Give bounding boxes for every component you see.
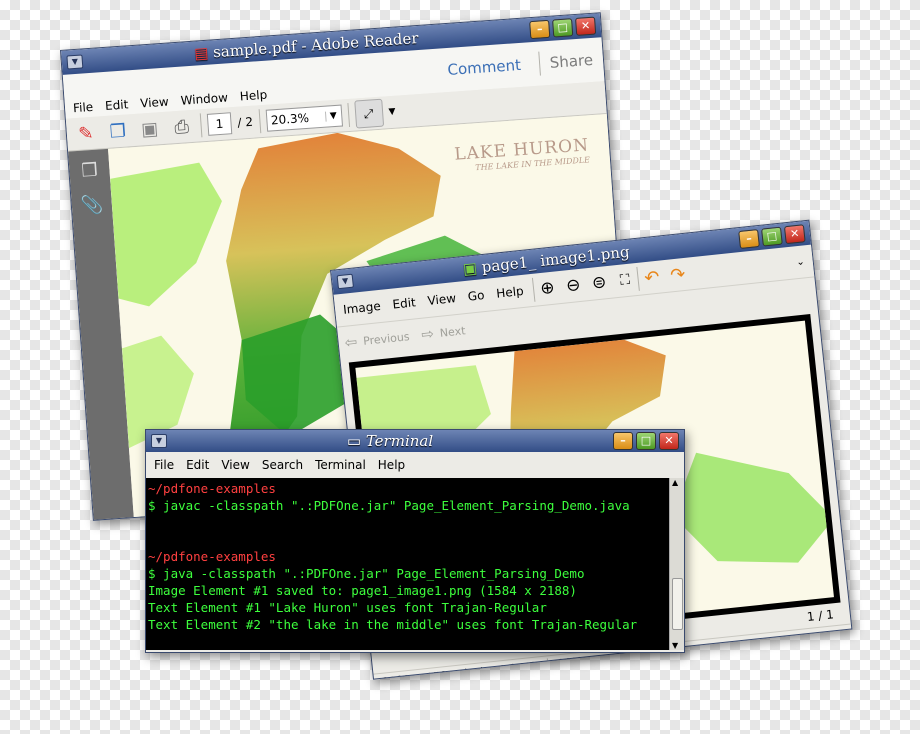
terminal-line: ~/pdfone-examples <box>148 549 276 564</box>
menu-view[interactable]: View <box>221 458 249 472</box>
menu-go[interactable]: Go <box>467 288 485 304</box>
previous-button[interactable]: Previous <box>362 330 410 348</box>
rotate-left-icon[interactable]: ↶ <box>638 263 667 292</box>
maximize-icon[interactable]: □ <box>761 226 783 247</box>
close-icon[interactable]: ✕ <box>783 224 806 245</box>
comment-button[interactable]: Comment <box>447 56 522 79</box>
menu-file[interactable]: File <box>154 458 174 472</box>
scroll-up-icon[interactable]: ▲ <box>672 478 678 487</box>
minimize-icon[interactable]: – <box>529 19 551 40</box>
create-pdf-icon[interactable]: ✎ <box>72 120 100 148</box>
attachment-icon[interactable]: 📎 <box>80 194 104 217</box>
next-arrow-icon[interactable]: ⇨ <box>420 325 434 344</box>
open-icon[interactable]: ❐ <box>104 117 132 145</box>
terminal-line: ~/pdfone-examples <box>148 481 276 496</box>
menu-view[interactable]: View <box>140 95 169 111</box>
page-number-input[interactable]: 1 <box>206 112 233 136</box>
menu-edit[interactable]: Edit <box>186 458 209 472</box>
zoom-fit-icon[interactable]: ⛶ <box>611 266 640 295</box>
previous-arrow-icon[interactable]: ⇦ <box>344 333 358 352</box>
terminal-output[interactable]: ~/pdfone-examples $ javac -classpath ".:P… <box>146 478 669 650</box>
menu-window[interactable]: Window <box>180 90 228 107</box>
terminal-line: Text Element #1 "Lake Huron" uses font T… <box>148 600 547 615</box>
toolbar-more-icon[interactable]: ▼ <box>388 107 396 117</box>
scroll-down-icon[interactable]: ▼ <box>672 641 678 650</box>
print-icon[interactable]: ⎙ <box>168 113 196 141</box>
terminal-title: Terminal <box>365 432 434 450</box>
zoom-select[interactable]: 20.3% ▼ <box>265 104 343 132</box>
save-icon[interactable]: ▣ <box>136 115 164 143</box>
terminal-scrollbar[interactable]: ▲ ▼ <box>669 478 684 650</box>
fit-page-icon[interactable]: ⤢ <box>353 98 384 129</box>
menu-edit[interactable]: Edit <box>392 295 417 311</box>
zoom-value: 20.3% <box>270 110 310 128</box>
terminal-line: $ java -classpath ".:PDFOne.jar" Page_El… <box>148 566 585 581</box>
menu-help[interactable]: Help <box>239 88 267 104</box>
minimize-icon[interactable]: – <box>613 432 633 450</box>
page-count: / 2 <box>237 114 254 130</box>
scroll-thumb[interactable] <box>672 578 683 630</box>
image-file-icon: ▣ <box>461 258 478 279</box>
close-icon[interactable]: ✕ <box>659 432 679 450</box>
minimize-icon[interactable]: – <box>738 229 760 250</box>
pdf-file-icon: ▤ <box>193 43 210 63</box>
page-counter: 1 / 1 <box>806 607 835 625</box>
menu-image[interactable]: Image <box>343 299 382 317</box>
zoom-normal-icon[interactable]: ⊜ <box>585 269 614 298</box>
window-menu-icon[interactable]: ▼ <box>151 434 167 448</box>
chevron-down-icon: ▼ <box>324 110 342 122</box>
window-menu-icon[interactable]: ▼ <box>336 273 354 290</box>
menu-search[interactable]: Search <box>262 458 303 472</box>
close-icon[interactable]: ✕ <box>575 16 597 36</box>
menu-terminal[interactable]: Terminal <box>315 458 366 472</box>
window-menu-icon[interactable]: ▼ <box>66 54 84 70</box>
next-button[interactable]: Next <box>439 324 466 340</box>
menu-file[interactable]: File <box>73 100 94 115</box>
rotate-right-icon[interactable]: ↷ <box>663 260 692 289</box>
terminal-line: Text Element #2 "the lake in the middle"… <box>148 617 638 632</box>
terminal-line: $ javac -classpath ".:PDFOne.jar" Page_E… <box>148 498 630 513</box>
terminal-window[interactable]: ▼ ▭ Terminal – □ ✕ File Edit View Search… <box>145 429 685 653</box>
menu-view[interactable]: View <box>427 291 457 308</box>
terminal-line: Image Element #1 saved to: page1_image1.… <box>148 583 577 598</box>
zoom-out-icon[interactable]: ⊖ <box>559 271 588 300</box>
terminal-titlebar[interactable]: ▼ ▭ Terminal – □ ✕ <box>146 430 684 452</box>
maximize-icon[interactable]: □ <box>636 432 656 450</box>
share-button[interactable]: Share <box>549 51 593 72</box>
status-zoom: 20% <box>557 654 583 671</box>
terminal-app-icon: ▭ <box>346 432 362 450</box>
maximize-icon[interactable]: □ <box>552 18 574 38</box>
toolbar-overflow-icon[interactable]: ⌄ <box>796 256 805 268</box>
menu-help[interactable]: Help <box>496 284 525 301</box>
zoom-in-icon[interactable]: ⊕ <box>533 274 562 303</box>
menu-help[interactable]: Help <box>378 458 405 472</box>
status-filesize: 1.3 MB <box>498 659 538 677</box>
pages-icon[interactable]: ❒ <box>81 160 99 182</box>
menu-edit[interactable]: Edit <box>105 97 129 113</box>
